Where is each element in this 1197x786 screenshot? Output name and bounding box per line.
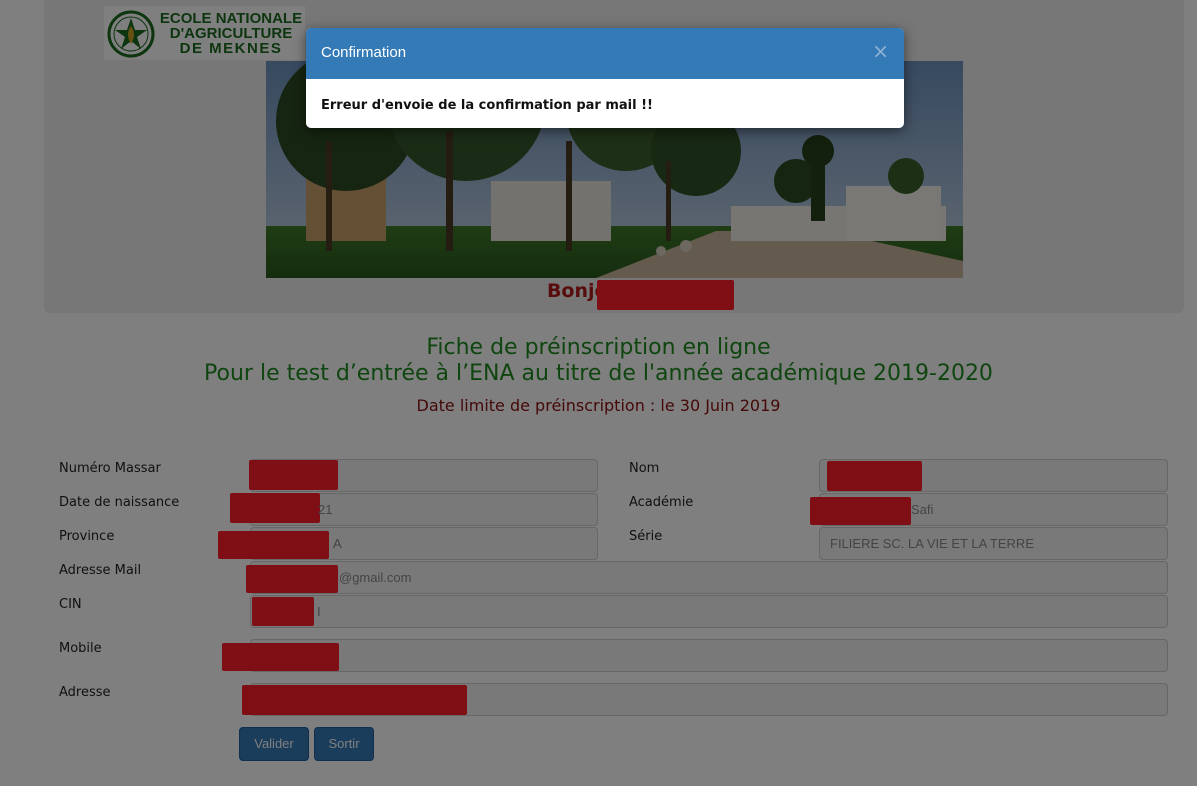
close-icon[interactable]: × — [872, 41, 889, 61]
mail-value: @gmail.com — [339, 570, 412, 585]
serie-value: FILIERE SC. LA VIE ET LA TERRE — [830, 536, 1034, 551]
modal-header: Confirmation × — [306, 28, 904, 79]
modal-message: Erreur d'envoie de la confirmation par m… — [321, 98, 653, 113]
modal-title: Confirmation — [321, 44, 407, 61]
naissance-value: 21 — [318, 502, 333, 517]
cin-value: I — [317, 604, 321, 619]
academie-value: Safi — [911, 502, 934, 517]
confirmation-modal: Confirmation × Erreur d'envoie de la con… — [306, 28, 904, 128]
province-value: A — [333, 536, 342, 551]
